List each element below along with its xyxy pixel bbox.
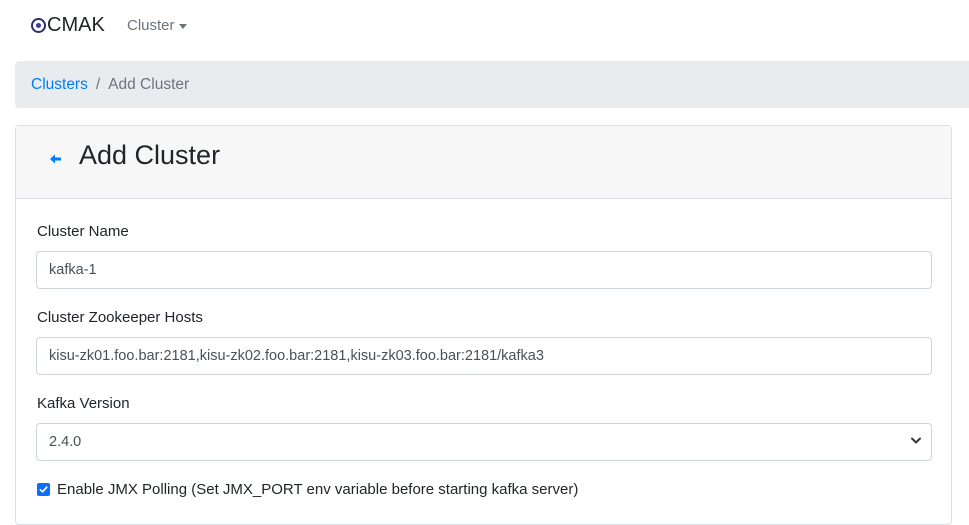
page-title: Add Cluster: [79, 140, 221, 170]
jmx-polling-row: Enable JMX Polling (Set JMX_PORT env var…: [37, 481, 578, 498]
kafka-version-value: 2.4.0: [49, 434, 82, 450]
kafka-version-select[interactable]: 2.4.0: [36, 423, 932, 461]
kafka-version-label: Kafka Version: [37, 395, 130, 412]
zookeeper-hosts-label: Cluster Zookeeper Hosts: [37, 309, 203, 326]
cluster-name-input[interactable]: kafka-1: [36, 251, 932, 289]
breadcrumb-separator: /: [95, 75, 101, 93]
add-cluster-card: Add Cluster Cluster Name kafka-1 Cluster…: [15, 125, 952, 525]
check-icon: [39, 486, 48, 493]
arrow-left-icon[interactable]: [49, 153, 63, 165]
zookeeper-hosts-input[interactable]: kisu-zk01.foo.bar:2181,kisu-zk02.foo.bar…: [36, 337, 932, 375]
cmak-logo-icon: [31, 18, 46, 33]
breadcrumb-clusters-link[interactable]: Clusters: [31, 76, 88, 94]
cluster-menu-dropdown[interactable]: Cluster: [127, 17, 187, 34]
jmx-polling-label: Enable JMX Polling (Set JMX_PORT env var…: [57, 481, 579, 498]
breadcrumb: Clusters / Add Cluster: [15, 61, 969, 108]
cluster-name-label: Cluster Name: [37, 223, 129, 240]
card-header: Add Cluster: [16, 126, 951, 199]
brand-link[interactable]: CMAK: [31, 14, 105, 37]
breadcrumb-current: Add Cluster: [108, 75, 190, 93]
jmx-polling-checkbox[interactable]: [37, 483, 50, 496]
top-navbar: CMAK Cluster: [0, 0, 969, 52]
chevron-down-icon: [911, 437, 921, 444]
cluster-menu-label: Cluster: [127, 17, 175, 34]
caret-down-icon: [178, 23, 187, 29]
brand-name: CMAK: [47, 14, 105, 36]
